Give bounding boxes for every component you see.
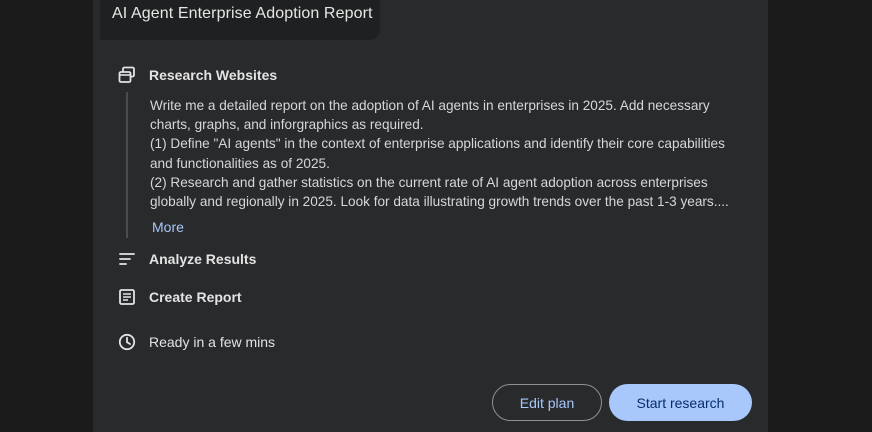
step-research-websites: Research Websites <box>149 67 278 83</box>
report-title: AI Agent Enterprise Adoption Report <box>112 5 373 22</box>
research-plan-card <box>93 0 768 432</box>
edit-plan-label: Edit plan <box>519 394 575 411</box>
create-report-icon <box>119 289 135 305</box>
plan-line: (2) Research and gather statistics on th… <box>150 174 708 190</box>
plan-line: charts, graphs, and inforgraphics as req… <box>150 117 424 133</box>
right-gutter <box>768 0 872 432</box>
step-analyze-results: Analyze Results <box>149 251 257 267</box>
left-gutter <box>0 0 93 432</box>
more-link[interactable]: More <box>152 219 184 235</box>
plan-line: Write me a detailed report on the adopti… <box>150 98 710 113</box>
ready-estimate: Ready in a few mins <box>149 334 276 350</box>
analyze-results-icon <box>119 253 135 265</box>
plan-line: and functionalities as of 2025. <box>150 155 330 171</box>
plan-line: globally and regionally in 2025. Look fo… <box>150 194 729 210</box>
edit-plan-button[interactable]: Edit plan <box>492 384 602 421</box>
research-plan-text: Write me a detailed report on the adopti… <box>150 96 750 211</box>
timeline-connector <box>126 92 128 238</box>
step-create-report: Create Report <box>149 289 242 305</box>
research-websites-icon <box>118 66 135 83</box>
clock-icon <box>118 333 136 351</box>
start-research-label: Start research <box>636 394 725 411</box>
start-research-button[interactable]: Start research <box>609 384 752 421</box>
plan-line: (1) Define "AI agents" in the context of… <box>150 136 725 152</box>
